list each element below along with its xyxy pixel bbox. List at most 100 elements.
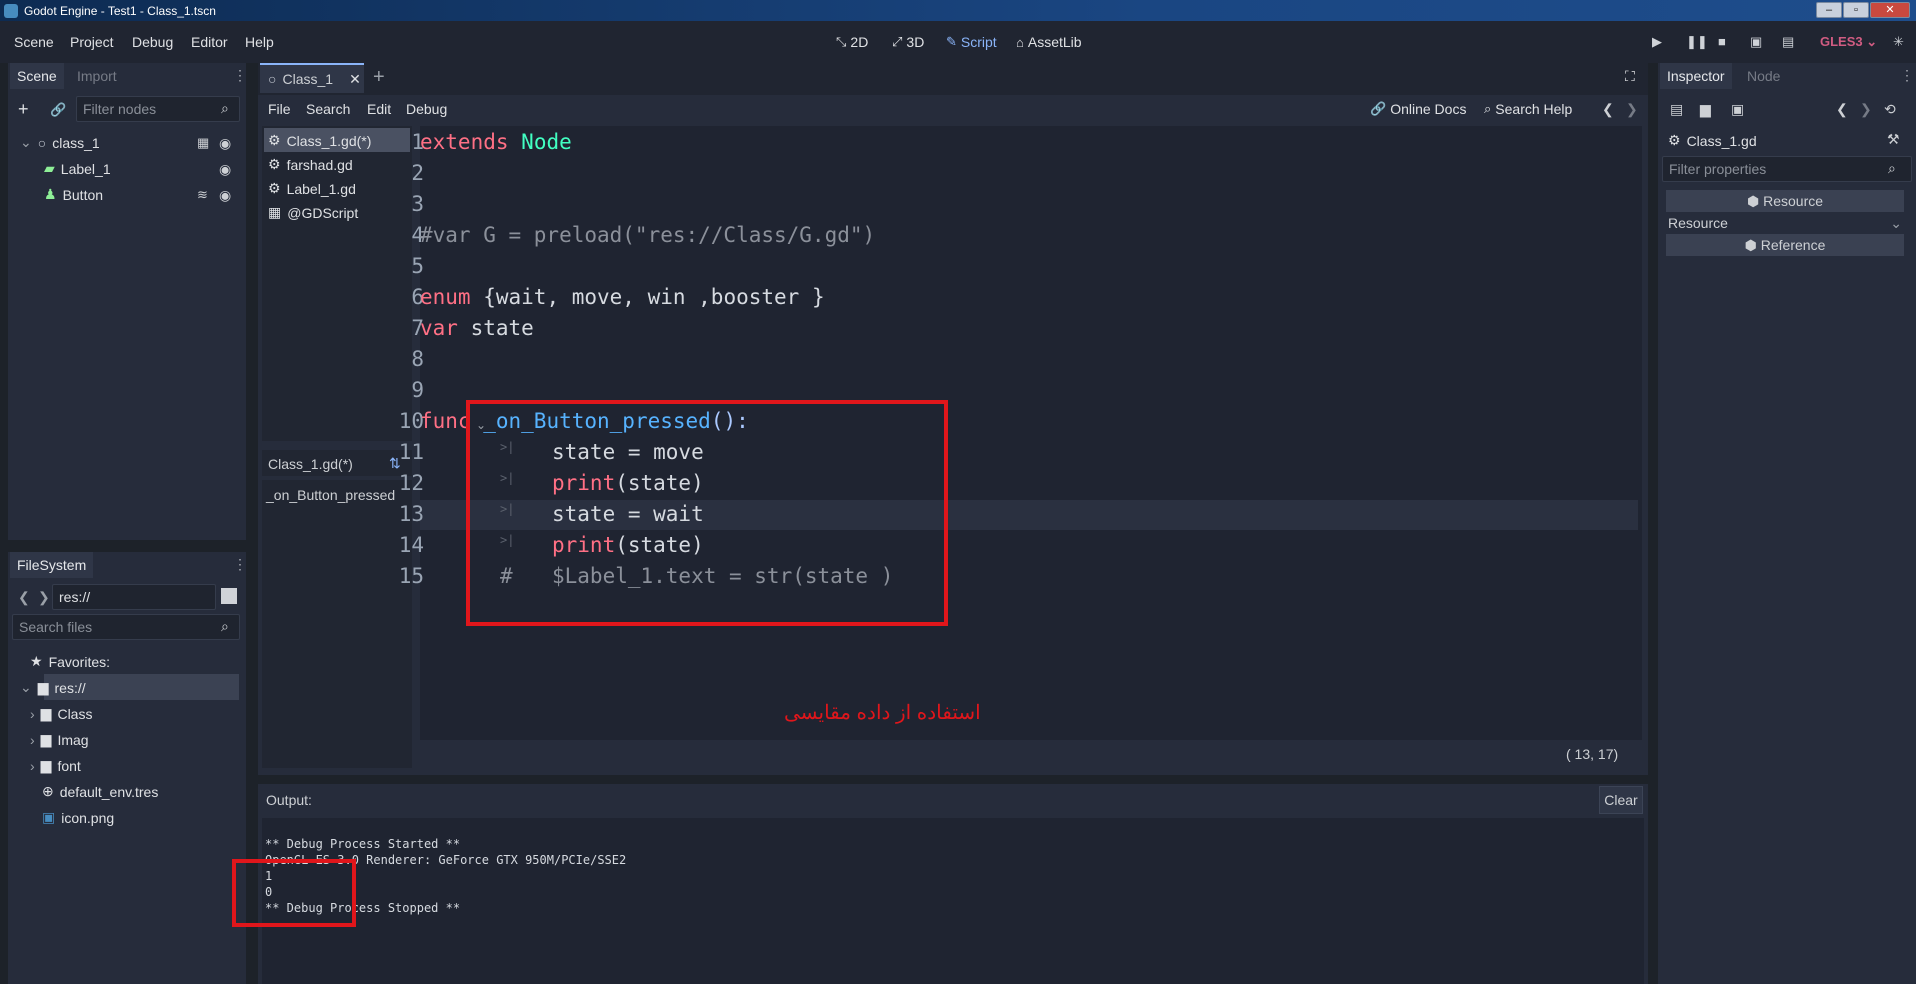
menu-help[interactable]: Help bbox=[245, 34, 274, 50]
workspace-3d-button[interactable]: ⤢ 3D bbox=[892, 34, 924, 50]
tab-inspector[interactable]: Inspector bbox=[1660, 63, 1732, 89]
workspace-script-button[interactable]: ✎ Script bbox=[946, 34, 997, 50]
tree-node-button[interactable]: ♟ Button bbox=[44, 186, 103, 203]
search-icon: ⌕ bbox=[1888, 160, 1896, 176]
play-icon[interactable]: ▶ bbox=[1652, 34, 1662, 50]
history-icon[interactable]: ⟲ bbox=[1884, 101, 1896, 118]
fs-item-icon-png[interactable]: ▣ icon.png bbox=[42, 809, 114, 826]
filesystem-path-input[interactable]: res:// bbox=[52, 584, 216, 610]
favorites-item[interactable]: ★ Favorites: bbox=[30, 653, 110, 670]
visibility-eye-icon[interactable]: ◉ bbox=[219, 135, 231, 152]
gear-icon: ⚙ bbox=[268, 132, 281, 148]
fs-item-default-env[interactable]: ⊕ default_env.tres bbox=[42, 783, 158, 800]
maximize-button[interactable]: ▫ bbox=[1843, 2, 1869, 18]
line-number: 14 bbox=[398, 533, 424, 557]
clear-output-button[interactable]: Clear bbox=[1599, 786, 1643, 814]
history-back-icon[interactable]: ❮ bbox=[1836, 101, 1848, 118]
output-line: ** Debug Process Started ** bbox=[265, 837, 461, 851]
open-folder-icon[interactable]: ▆ bbox=[1700, 101, 1711, 118]
filter-properties-input[interactable]: Filter properties bbox=[1662, 156, 1912, 182]
line-number: 1 bbox=[411, 130, 424, 154]
folder-icon: ▆ bbox=[40, 731, 52, 747]
output-log bbox=[262, 818, 1644, 984]
tab-class-1[interactable]: ○ Class_1 ✕ bbox=[260, 63, 364, 93]
line-number: 5 bbox=[411, 254, 424, 278]
resource-property[interactable]: Resource ⌄ bbox=[1668, 214, 1904, 232]
script-attached-icon[interactable]: ▦ bbox=[197, 135, 209, 151]
stop-icon[interactable]: ■ bbox=[1718, 34, 1726, 49]
script-item-gdscript[interactable]: ▦ @GDScript bbox=[268, 204, 358, 221]
code-highlight-box bbox=[466, 400, 948, 626]
history-back-icon[interactable]: ❮ bbox=[1602, 101, 1614, 118]
tab-scene[interactable]: Scene bbox=[10, 63, 64, 89]
menu-project[interactable]: Project bbox=[70, 34, 114, 50]
resource-section-button[interactable]: ⬢ Resource bbox=[1666, 190, 1904, 212]
online-docs-button[interactable]: 🔗 Online Docs bbox=[1370, 101, 1466, 117]
script-item-farshad[interactable]: ⚙ farshad.gd bbox=[268, 156, 353, 173]
line-number: 11 bbox=[398, 440, 424, 464]
3d-icon: ⤢ bbox=[892, 34, 903, 49]
tab-node[interactable]: Node bbox=[1740, 63, 1787, 89]
image-icon: ▣ bbox=[42, 809, 56, 825]
add-node-icon[interactable]: + bbox=[18, 99, 29, 120]
signal-icon[interactable]: ≋ bbox=[197, 187, 208, 203]
godot-logo-icon bbox=[4, 3, 18, 18]
script-item-label-1[interactable]: ⚙ Label_1.gd bbox=[268, 180, 356, 197]
inspector-menu-icon[interactable]: ⋮ bbox=[1900, 67, 1914, 84]
editor-tabbar bbox=[258, 63, 1648, 95]
workspace-assetlib-button[interactable]: ⌂ AssetLib bbox=[1016, 34, 1082, 50]
play-scene-icon[interactable]: ▣ bbox=[1750, 34, 1762, 50]
output-highlight-box bbox=[232, 859, 356, 927]
forward-arrow-icon[interactable]: ❯ bbox=[38, 589, 50, 606]
tree-node-label-1[interactable]: ▰ Label_1 bbox=[44, 160, 111, 177]
scene-menu-icon[interactable]: ⋮ bbox=[233, 67, 247, 84]
script-item-class-1[interactable]: ⚙ Class_1.gd(*) bbox=[268, 132, 371, 149]
fullscreen-icon[interactable]: ⛶ bbox=[1625, 68, 1635, 85]
chevron-down-icon: ⌄ bbox=[1890, 215, 1902, 231]
line-number: 10 bbox=[398, 409, 424, 433]
visibility-eye-icon[interactable]: ◉ bbox=[219, 161, 231, 178]
back-arrow-icon[interactable]: ❮ bbox=[18, 589, 30, 606]
filesystem-menu-icon[interactable]: ⋮ bbox=[233, 556, 247, 573]
history-forward-icon[interactable]: ❯ bbox=[1626, 101, 1638, 118]
link-icon: 🔗 bbox=[1370, 101, 1387, 116]
history-forward-icon[interactable]: ❯ bbox=[1860, 101, 1872, 118]
inspector-object[interactable]: ⚙ Class_1.gd bbox=[1668, 132, 1757, 149]
close-window-button[interactable]: ✕ bbox=[1870, 2, 1910, 18]
assetlib-icon: ⌂ bbox=[1016, 34, 1024, 50]
tab-import[interactable]: Import bbox=[70, 63, 124, 89]
fs-item-res[interactable]: ⌄ ▆ res:// bbox=[20, 679, 86, 696]
script-menu-file[interactable]: File bbox=[268, 101, 291, 117]
gear-icon: ⚙ bbox=[1668, 132, 1681, 148]
play-custom-scene-icon[interactable]: ▤ bbox=[1782, 34, 1794, 50]
script-menu-debug[interactable]: Debug bbox=[406, 101, 447, 117]
close-tab-icon[interactable]: ✕ bbox=[349, 71, 361, 88]
split-mode-icon[interactable] bbox=[221, 588, 237, 604]
tree-node-class-1[interactable]: ⌄ ○ class_1 bbox=[20, 134, 100, 151]
reference-section-button[interactable]: ⬢ Reference bbox=[1666, 234, 1904, 256]
fs-item-class[interactable]: › ▆ Class bbox=[30, 705, 92, 722]
add-tab-icon[interactable]: + bbox=[373, 66, 385, 89]
new-resource-icon[interactable]: ▤ bbox=[1670, 101, 1683, 118]
visibility-eye-icon[interactable]: ◉ bbox=[219, 187, 231, 204]
fs-item-font[interactable]: › ▆ font bbox=[30, 757, 81, 774]
script-menu-edit[interactable]: Edit bbox=[367, 101, 391, 117]
tab-filesystem[interactable]: FileSystem bbox=[10, 552, 94, 578]
link-icon[interactable]: 🔗 bbox=[50, 102, 66, 118]
pause-icon[interactable]: ❚❚ bbox=[1686, 34, 1708, 50]
menu-editor[interactable]: Editor bbox=[191, 34, 228, 50]
minimize-button[interactable]: – bbox=[1816, 2, 1842, 18]
renderer-select[interactable]: GLES3 ⌄ bbox=[1820, 34, 1877, 50]
script-menu-search[interactable]: Search bbox=[306, 101, 350, 117]
fs-item-imag[interactable]: › ▆ Imag bbox=[30, 731, 89, 748]
cursor-position: ( 13, 17) bbox=[1566, 746, 1619, 762]
menu-scene[interactable]: Scene bbox=[14, 34, 54, 50]
workspace-2d-button[interactable]: ⤡ 2D bbox=[836, 34, 868, 50]
save-icon[interactable]: ▣ bbox=[1731, 101, 1744, 118]
menu-debug[interactable]: Debug bbox=[132, 34, 173, 50]
search-help-button[interactable]: ⌕ Search Help bbox=[1484, 101, 1572, 117]
filter-nodes-input[interactable]: Filter nodes bbox=[76, 96, 240, 122]
object-properties-icon[interactable]: ⚒ bbox=[1887, 131, 1900, 148]
star-icon: ★ bbox=[30, 653, 43, 669]
search-files-input[interactable]: Search files bbox=[12, 614, 240, 640]
